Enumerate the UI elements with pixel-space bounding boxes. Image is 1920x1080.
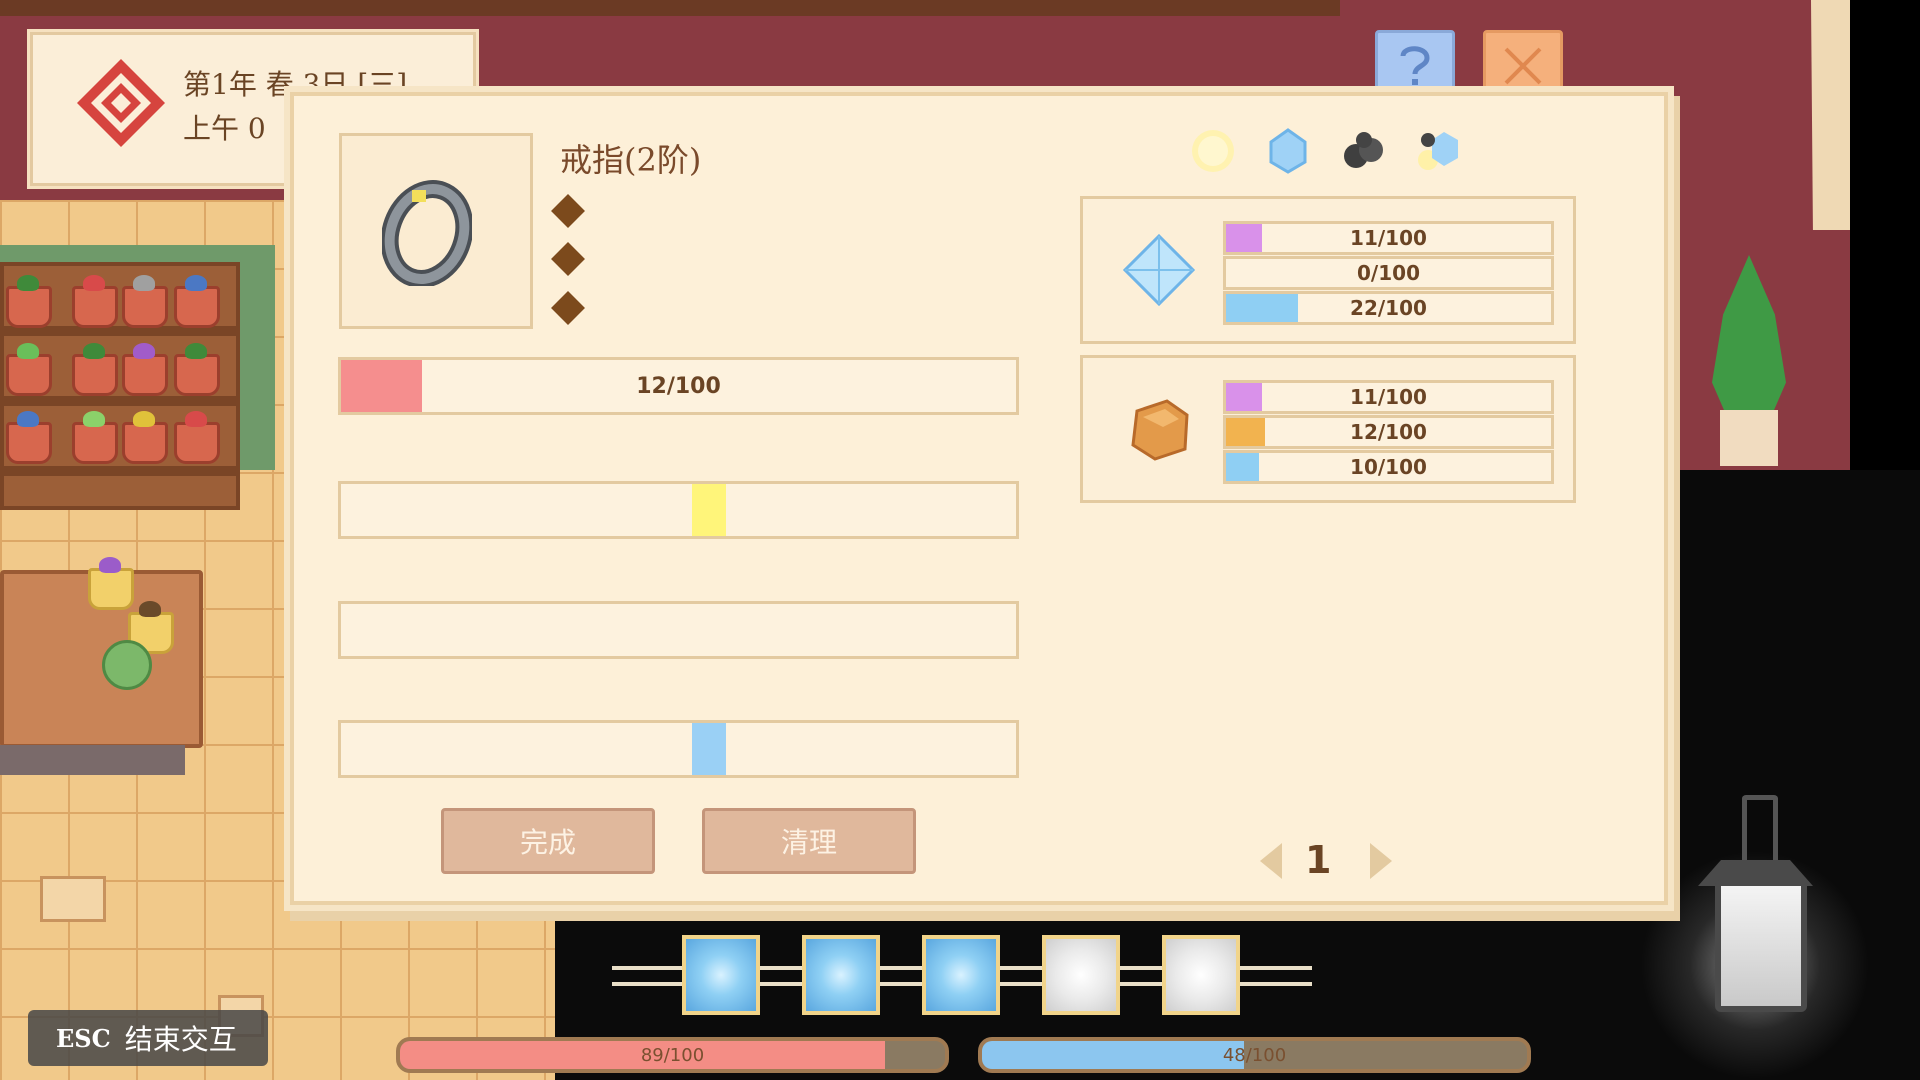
trait-bar-marker	[692, 723, 726, 775]
mana-bar: 48/100	[978, 1037, 1531, 1073]
blue-crystal-icon[interactable]	[1265, 128, 1311, 174]
material-bar-text: 11/100	[1350, 226, 1427, 250]
element-slot[interactable]	[922, 935, 1000, 1015]
light-orb-icon[interactable]	[1190, 128, 1236, 174]
stool	[40, 876, 106, 922]
table-edge	[0, 745, 185, 775]
quality-progress-bar: 12/100	[338, 357, 1019, 415]
element-slot[interactable]	[1162, 935, 1240, 1015]
page-number: 1	[1305, 838, 1332, 882]
amber-ore-icon	[1131, 399, 1189, 461]
ore-icon[interactable]	[1340, 128, 1386, 174]
plant-pot	[1720, 410, 1778, 466]
material-bar: 0/100	[1223, 256, 1554, 290]
health-bar: 89/100	[396, 1037, 949, 1073]
clear-button[interactable]: 清理	[702, 808, 916, 874]
material-bar-text: 11/100	[1350, 385, 1427, 409]
item-name: 戒指(2阶)	[560, 141, 702, 179]
material-bar: 11/100	[1223, 221, 1554, 255]
lantern-icon	[1715, 880, 1807, 1012]
end-interaction-label: 结束交互	[124, 1023, 237, 1056]
flower-pot	[88, 557, 134, 610]
material-bar: 10/100	[1223, 450, 1554, 484]
watering-can	[102, 640, 152, 690]
material-bar: 12/100	[1223, 415, 1554, 449]
quality-progress-text: 12/100	[636, 373, 721, 399]
element-slot[interactable]	[682, 935, 760, 1015]
time-text: 上午 0	[183, 112, 266, 145]
element-slot[interactable]	[1042, 935, 1120, 1015]
trait-bar-marker	[692, 484, 726, 536]
wall-top-trim	[0, 0, 1340, 16]
crystal-material-card: 11/100 0/100 22/100	[1080, 196, 1576, 344]
element-slot[interactable]	[802, 935, 880, 1015]
mana-text: 48/100	[1222, 1044, 1287, 1066]
next-page-button[interactable]	[1370, 843, 1392, 879]
ring-icon	[382, 180, 472, 286]
season-emblem-icon	[77, 59, 165, 147]
health-text: 89/100	[640, 1044, 705, 1066]
prev-page-button[interactable]	[1260, 843, 1282, 879]
plant-shelf	[0, 262, 240, 510]
material-bar-text: 10/100	[1350, 455, 1427, 479]
material-bar: 22/100	[1223, 291, 1554, 325]
mixed-element-icon[interactable]	[1414, 128, 1460, 174]
finish-button[interactable]: 完成	[441, 808, 655, 874]
end-interaction-hint[interactable]: ESC 结束交互	[28, 1010, 268, 1066]
trait-bar-1	[338, 481, 1019, 539]
material-bar: 11/100	[1223, 380, 1554, 414]
trait-bar-3	[338, 720, 1019, 778]
amber-material-card: 11/100 12/100 10/100	[1080, 355, 1576, 503]
material-bar-text: 22/100	[1350, 296, 1427, 320]
trait-bar-2	[338, 601, 1019, 659]
question-icon	[1400, 46, 1430, 85]
material-bar-text: 0/100	[1357, 261, 1420, 285]
lantern-handle	[1742, 795, 1778, 870]
item-slot[interactable]	[339, 133, 533, 329]
esc-key-label: ESC	[56, 1023, 111, 1053]
close-icon	[1504, 47, 1542, 85]
material-bar-text: 12/100	[1350, 420, 1427, 444]
crystal-icon	[1123, 234, 1195, 306]
